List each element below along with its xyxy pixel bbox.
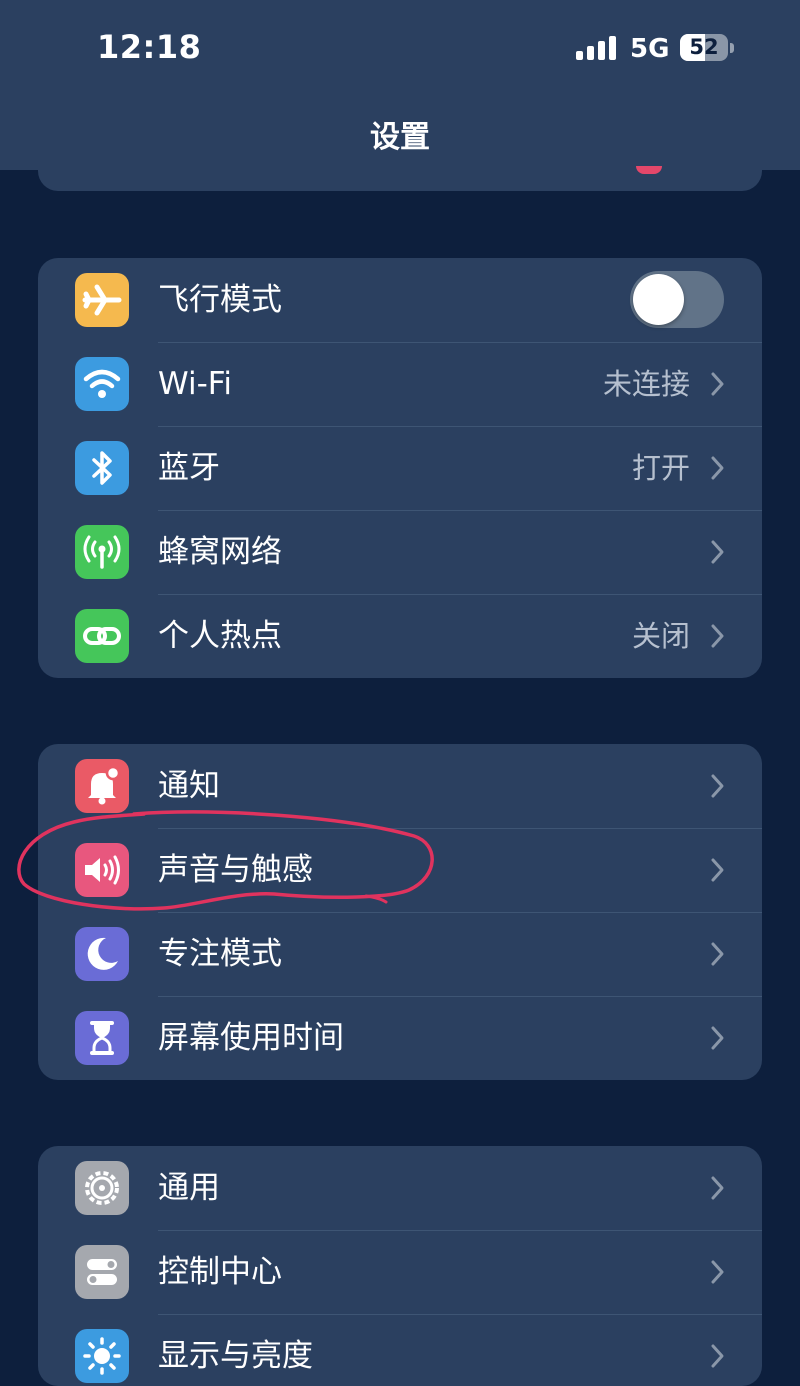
row-label: 个人热点 — [158, 618, 282, 654]
chevron-right-icon — [711, 1176, 724, 1200]
row-label: 蓝牙 — [158, 450, 220, 486]
hourglass-icon — [75, 1011, 129, 1065]
battery-level: 52 — [689, 35, 719, 59]
chevron-right-icon — [711, 774, 724, 798]
row-label: 声音与触感 — [158, 852, 313, 888]
airplane-mode-toggle[interactable] — [630, 271, 724, 328]
badge-remnant — [636, 166, 662, 174]
switches-icon — [75, 1245, 129, 1299]
row-airplane-mode[interactable]: 飞行模式 — [38, 258, 762, 342]
row-bluetooth[interactable]: 蓝牙 打开 — [38, 426, 762, 510]
antenna-icon — [75, 525, 129, 579]
toggle-knob — [633, 274, 684, 325]
settings-group-general: 通用 控制中心 显示与亮度 — [38, 1146, 762, 1386]
settings-group-notifications: 通知 声音与触感 专注模式 屏幕使用时间 — [38, 744, 762, 1080]
row-cellular[interactable]: 蜂窝网络 — [38, 510, 762, 594]
speaker-icon — [75, 843, 129, 897]
chain-link-icon — [75, 609, 129, 663]
row-value: 未连接 — [602, 367, 690, 401]
row-personal-hotspot[interactable]: 个人热点 关闭 — [38, 594, 762, 678]
row-label: 蜂窝网络 — [158, 534, 282, 570]
chevron-right-icon — [711, 1026, 724, 1050]
battery-icon: 52 — [680, 34, 728, 61]
airplane-icon — [75, 273, 129, 327]
row-label: 飞行模式 — [158, 282, 282, 318]
row-label: 显示与亮度 — [158, 1338, 313, 1374]
row-label: Wi-Fi — [158, 366, 232, 402]
row-general[interactable]: 通用 — [38, 1146, 762, 1230]
chevron-right-icon — [711, 456, 724, 480]
sun-icon — [75, 1329, 129, 1383]
row-sounds-haptics[interactable]: 声音与触感 — [38, 828, 762, 912]
chevron-right-icon — [711, 858, 724, 882]
row-screen-time[interactable]: 屏幕使用时间 — [38, 996, 762, 1080]
network-type: 5G — [630, 34, 670, 64]
row-notifications[interactable]: 通知 — [38, 744, 762, 828]
chevron-right-icon — [711, 1260, 724, 1284]
chevron-right-icon — [711, 624, 724, 648]
chevron-right-icon — [711, 942, 724, 966]
chevron-right-icon — [711, 372, 724, 396]
row-label: 通知 — [158, 768, 220, 804]
settings-group-connectivity: 飞行模式 Wi-Fi 未连接 蓝牙 打开 蜂窝网络 个人热点 关闭 — [38, 258, 762, 678]
row-control-center[interactable]: 控制中心 — [38, 1230, 762, 1314]
wifi-icon — [75, 357, 129, 411]
row-label: 专注模式 — [158, 936, 282, 972]
chevron-right-icon — [711, 540, 724, 564]
signal-strength-icon — [576, 36, 620, 60]
row-label: 控制中心 — [158, 1254, 282, 1290]
row-display-brightness[interactable]: 显示与亮度 — [38, 1314, 762, 1386]
bell-icon — [75, 759, 129, 813]
bluetooth-icon — [75, 441, 129, 495]
chevron-right-icon — [711, 1344, 724, 1368]
row-focus[interactable]: 专注模式 — [38, 912, 762, 996]
page-title: 设置 — [370, 120, 430, 155]
row-label: 屏幕使用时间 — [158, 1020, 344, 1056]
moon-icon — [75, 927, 129, 981]
status-time: 12:18 — [97, 28, 202, 66]
gear-icon — [75, 1161, 129, 1215]
row-wifi[interactable]: Wi-Fi 未连接 — [38, 342, 762, 426]
row-value: 关闭 — [631, 619, 690, 653]
row-label: 通用 — [158, 1170, 220, 1206]
battery-tip — [730, 43, 734, 53]
row-value: 打开 — [631, 451, 690, 485]
